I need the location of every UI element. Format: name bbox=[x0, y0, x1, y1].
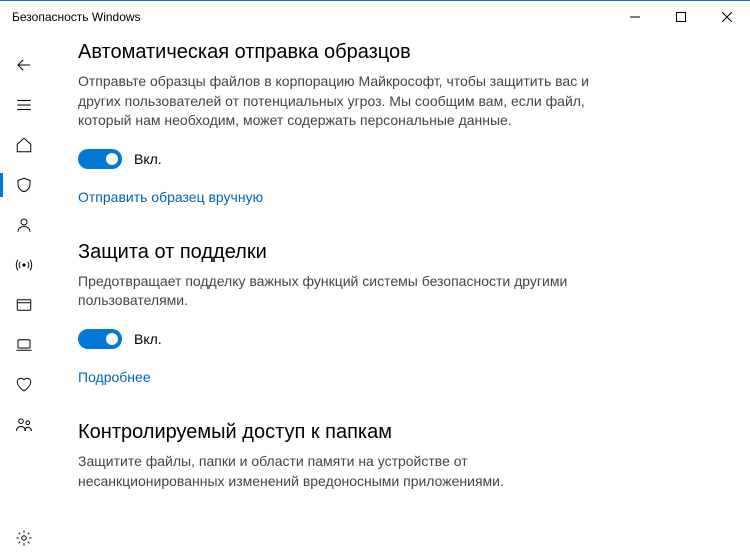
sidebar bbox=[0, 33, 48, 558]
heart-icon bbox=[15, 376, 33, 394]
app-window-icon bbox=[15, 296, 33, 314]
minimize-button[interactable] bbox=[612, 1, 658, 33]
section-description: Предотвращает подделку важных функций си… bbox=[78, 272, 598, 311]
nav-family-options[interactable] bbox=[0, 405, 48, 445]
section-title: Автоматическая отправка образцов bbox=[78, 41, 598, 64]
section-description: Защитите файлы, папки и области памяти н… bbox=[78, 452, 598, 491]
person-icon bbox=[15, 216, 33, 234]
close-button[interactable] bbox=[704, 1, 750, 33]
nav-device-security[interactable] bbox=[0, 325, 48, 365]
nav-home[interactable] bbox=[0, 125, 48, 165]
nav-firewall[interactable] bbox=[0, 245, 48, 285]
hamburger-icon bbox=[15, 96, 33, 114]
section-controlled-folder-access: Контролируемый доступ к папкам Защитите … bbox=[78, 421, 598, 491]
toggle-state-label: Вкл. bbox=[134, 331, 162, 347]
main-content[interactable]: Автоматическая отправка образцов Отправь… bbox=[48, 33, 750, 558]
section-title: Защита от подделки bbox=[78, 241, 598, 264]
family-icon bbox=[15, 416, 33, 434]
tamper-protection-toggle[interactable] bbox=[78, 329, 122, 349]
menu-button[interactable] bbox=[0, 85, 48, 125]
toggle-row: Вкл. bbox=[78, 149, 598, 169]
nav-account-protection[interactable] bbox=[0, 205, 48, 245]
section-description: Отправьте образцы файлов в корпорацию Ма… bbox=[78, 72, 598, 131]
section-tamper-protection: Защита от подделки Предотвращает подделк… bbox=[78, 241, 598, 385]
nav-settings[interactable] bbox=[0, 518, 48, 558]
sample-submission-toggle[interactable] bbox=[78, 149, 122, 169]
section-title: Контролируемый доступ к папкам bbox=[78, 421, 598, 444]
nav-virus-protection[interactable] bbox=[0, 165, 48, 205]
gear-icon bbox=[15, 529, 33, 547]
toggle-state-label: Вкл. bbox=[134, 151, 162, 167]
window-title: Безопасность Windows bbox=[12, 10, 612, 24]
titlebar: Безопасность Windows bbox=[0, 1, 750, 33]
back-arrow-icon bbox=[15, 56, 33, 74]
section-sample-submission: Автоматическая отправка образцов Отправь… bbox=[78, 41, 598, 205]
shield-icon bbox=[15, 176, 33, 194]
home-icon bbox=[15, 136, 33, 154]
submit-sample-link[interactable]: Отправить образец вручную bbox=[78, 189, 263, 205]
network-icon bbox=[15, 256, 33, 274]
toggle-row: Вкл. bbox=[78, 329, 598, 349]
nav-app-browser-control[interactable] bbox=[0, 285, 48, 325]
nav-device-performance[interactable] bbox=[0, 365, 48, 405]
maximize-button[interactable] bbox=[658, 1, 704, 33]
learn-more-link[interactable]: Подробнее bbox=[78, 369, 151, 385]
laptop-icon bbox=[15, 336, 33, 354]
back-button[interactable] bbox=[0, 45, 48, 85]
